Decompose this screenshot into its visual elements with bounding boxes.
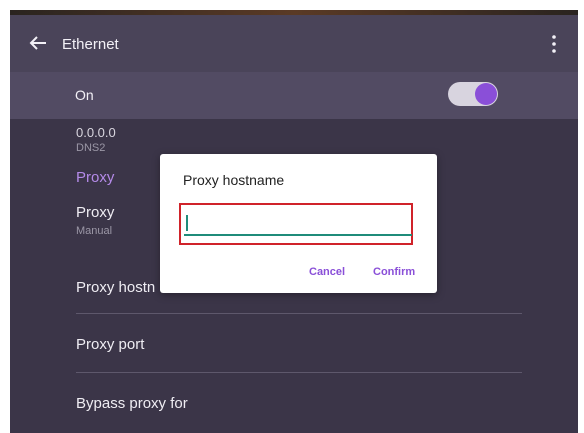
confirm-button[interactable]: Confirm	[373, 266, 415, 278]
toggle-knob	[475, 83, 497, 105]
app-bar: Ethernet	[10, 15, 578, 72]
hostname-input[interactable]	[184, 210, 412, 236]
proxy-section-header: Proxy	[76, 169, 115, 186]
hostname-field[interactable]	[184, 210, 412, 236]
text-cursor	[186, 215, 188, 231]
divider	[76, 313, 522, 314]
ethernet-toggle[interactable]	[448, 82, 498, 106]
bypass-proxy-item[interactable]: Bypass proxy for	[76, 395, 188, 412]
cancel-button[interactable]: Cancel	[309, 266, 345, 278]
switch-label: On	[75, 87, 94, 103]
proxy-setting-title[interactable]: Proxy	[76, 204, 114, 221]
proxy-port-item[interactable]: Proxy port	[76, 336, 144, 353]
input-underline	[184, 234, 412, 236]
dns2-value: 0.0.0.0	[76, 125, 116, 140]
device-screen: Ethernet On 0.0.0.0 DNS2 Proxy Proxy Man…	[10, 10, 578, 433]
more-vert-icon[interactable]	[550, 34, 558, 54]
ethernet-switch-bar[interactable]: On	[10, 72, 578, 119]
proxy-setting-value: Manual	[76, 225, 113, 237]
proxy-hostname-dialog: Proxy hostname Cancel Confirm	[160, 154, 437, 293]
back-arrow-icon[interactable]	[29, 35, 47, 51]
dns2-label: DNS2	[76, 142, 106, 154]
divider	[76, 372, 522, 373]
page-title: Ethernet	[62, 36, 119, 53]
proxy-hostname-item[interactable]: Proxy hostn	[76, 279, 155, 296]
dialog-title: Proxy hostname	[183, 172, 285, 188]
